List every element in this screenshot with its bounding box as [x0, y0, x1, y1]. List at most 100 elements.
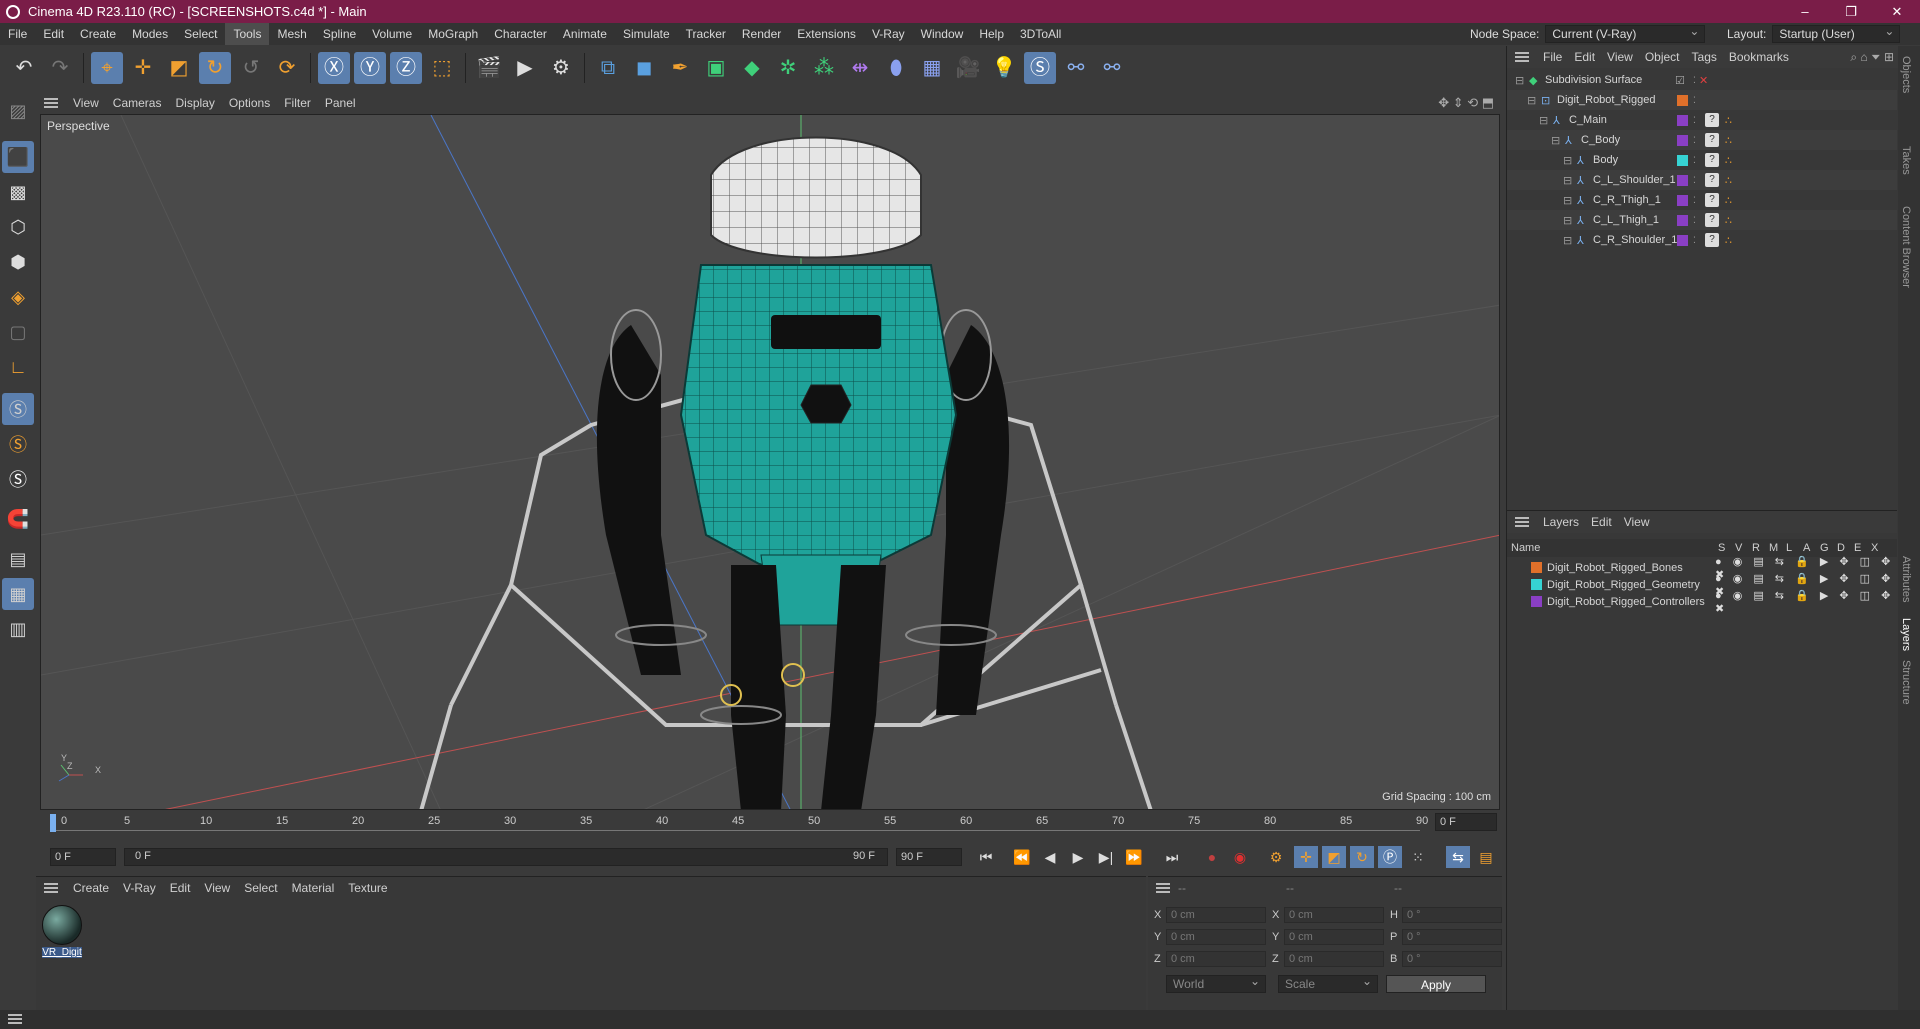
material-menu-material[interactable]: Material: [285, 881, 342, 895]
perspective-viewport[interactable]: Perspective Y Z X Grid Spacing : 100 cm: [40, 114, 1500, 810]
layer-name[interactable]: Digit_Robot_Rigged_Controllers: [1547, 596, 1705, 608]
viewport-menu-view[interactable]: View: [66, 96, 106, 110]
objects-menu-tags[interactable]: Tags: [1686, 50, 1723, 64]
expand-icon[interactable]: ⊟: [1563, 214, 1572, 227]
object-row[interactable]: ⊟ ⅄ C_Body ⁚? ∴: [1507, 130, 1897, 150]
expand-icon[interactable]: ⊟: [1563, 174, 1572, 187]
layers-menu-edit[interactable]: Edit: [1585, 515, 1618, 529]
texture-mode-icon[interactable]: ▩: [2, 176, 34, 208]
visibility-dots-icon[interactable]: ⁚: [1693, 95, 1696, 106]
ik-tag-icon[interactable]: ∴: [1725, 174, 1732, 187]
render-view-icon[interactable]: 🎬: [473, 52, 505, 84]
objects-menu-bookmarks[interactable]: Bookmarks: [1723, 50, 1795, 64]
menu-vray[interactable]: V-Ray: [864, 23, 913, 45]
objects-menu-view[interactable]: View: [1601, 50, 1639, 64]
end-frame-field[interactable]: 90 F: [896, 848, 962, 866]
menu-select[interactable]: Select: [176, 23, 225, 45]
material-menu-edit[interactable]: Edit: [163, 881, 198, 895]
menu-window[interactable]: Window: [913, 23, 972, 45]
layer-color-swatch[interactable]: [1677, 134, 1688, 146]
move-tool-icon[interactable]: ✛: [127, 52, 159, 84]
polygons-mode-icon[interactable]: ◈: [2, 281, 34, 313]
scale-tool-icon[interactable]: ◩: [163, 52, 195, 84]
size-z-field[interactable]: 0 cm: [1284, 951, 1384, 967]
object-row[interactable]: ⊟ ⅄ C_L_Shoulder_1 ⁚? ∴: [1507, 170, 1897, 190]
subdivision-icon[interactable]: ▣: [700, 52, 732, 84]
object-row[interactable]: ⊟ ◆ Subdivision Surface ☑ ✕ ⁚: [1507, 70, 1897, 90]
size-mode-dropdown[interactable]: Scale: [1278, 973, 1378, 993]
edges-mode-icon[interactable]: ⬢: [2, 246, 34, 278]
layer-color-swatch[interactable]: [1677, 154, 1688, 166]
axis-mode-icon[interactable]: ∟: [2, 351, 34, 383]
menu-spline[interactable]: Spline: [315, 23, 364, 45]
frame-range-slider[interactable]: 0 F 90 F: [124, 848, 888, 866]
rotation-p-field[interactable]: 0 °: [1402, 929, 1502, 945]
expand-icon[interactable]: ⊟: [1527, 94, 1536, 107]
status-menu-icon[interactable]: [8, 1014, 22, 1024]
layer-name[interactable]: Digit_Robot_Rigged_Bones: [1547, 562, 1683, 574]
ik-tag-icon[interactable]: ∴: [1725, 114, 1732, 127]
layer-color-swatch[interactable]: [1677, 94, 1688, 106]
expand-icon[interactable]: ⊟: [1515, 74, 1524, 87]
menu-tools[interactable]: Tools: [225, 23, 270, 45]
layout-dropdown[interactable]: Startup (User): [1772, 23, 1901, 43]
quantize-icon[interactable]: Ⓢ: [2, 463, 34, 495]
menu-mograph[interactable]: MoGraph: [420, 23, 486, 45]
object-row[interactable]: ⊟ ⅄ Body ⁚? ∴: [1507, 150, 1897, 170]
layers-menu-layers[interactable]: Layers: [1537, 515, 1585, 529]
light-icon[interactable]: 💡: [988, 52, 1020, 84]
expand-icon[interactable]: ⊟: [1563, 154, 1572, 167]
object-row[interactable]: ⊟ ⅄ C_R_Thigh_1 ⁚? ∴: [1507, 190, 1897, 210]
object-name[interactable]: C_R_Thigh_1: [1593, 194, 1661, 206]
material-name[interactable]: VR_Digit: [42, 947, 82, 958]
material-swatch[interactable]: VR_Digit: [42, 905, 82, 961]
playhead[interactable]: [50, 814, 56, 832]
maximize-button[interactable]: ❐: [1828, 0, 1874, 23]
ik-tag-icon[interactable]: ∴: [1725, 154, 1732, 167]
layers-menu-view[interactable]: View: [1618, 515, 1656, 529]
objects-menu-icon[interactable]: [1515, 52, 1529, 62]
menu-render[interactable]: Render: [734, 23, 789, 45]
minimize-button[interactable]: –: [1782, 0, 1828, 23]
object-name[interactable]: C_L_Shoulder_1: [1593, 174, 1676, 186]
expand-icon[interactable]: ⊟: [1551, 134, 1560, 147]
layer-color-swatch[interactable]: [1677, 174, 1688, 186]
material-menu-icon[interactable]: [44, 883, 58, 893]
play-icon[interactable]: ▶: [1066, 846, 1090, 868]
material-menu-view[interactable]: View: [197, 881, 237, 895]
object-row[interactable]: ⊟ ⅄ C_Main ⁚? ∴: [1507, 110, 1897, 130]
visibility-dots-icon[interactable]: ⁚: [1693, 155, 1696, 166]
menu-animate[interactable]: Animate: [555, 23, 615, 45]
layers-menu-icon[interactable]: [1515, 517, 1529, 527]
extrude-icon[interactable]: ◆: [736, 52, 768, 84]
make-editable-icon[interactable]: ▨: [2, 95, 34, 127]
tab-attributes[interactable]: Attributes: [1900, 556, 1912, 602]
visibility-dots-icon[interactable]: ⁚: [1693, 195, 1696, 206]
position-z-field[interactable]: 0 cm: [1166, 951, 1266, 967]
visibility-dots-icon[interactable]: ⁚: [1693, 135, 1696, 146]
last-tool-icon[interactable]: ↺: [235, 52, 267, 84]
object-name[interactable]: C_L_Thigh_1: [1593, 214, 1659, 226]
object-name[interactable]: C_Body: [1581, 134, 1620, 146]
key-scale-icon[interactable]: ◩: [1322, 846, 1346, 868]
pen-spline-icon[interactable]: ✒: [664, 52, 696, 84]
previous-key-icon[interactable]: ⏪: [1010, 846, 1034, 868]
object-name[interactable]: Subdivision Surface: [1545, 74, 1642, 86]
ik-tag-icon[interactable]: ∴: [1725, 134, 1732, 147]
render-settings-icon[interactable]: ⚙: [545, 52, 577, 84]
menu-extensions[interactable]: Extensions: [789, 23, 864, 45]
tag-icon[interactable]: ?: [1705, 233, 1719, 247]
next-key-icon[interactable]: ⏩: [1122, 846, 1146, 868]
visibility-dots-icon[interactable]: ⁚: [1693, 115, 1696, 126]
visibility-dots-icon[interactable]: ⁚: [1693, 175, 1696, 186]
viewport-menu-display[interactable]: Display: [168, 96, 221, 110]
layer-color-swatch[interactable]: [1677, 214, 1688, 226]
key-position-icon[interactable]: ✛: [1294, 846, 1318, 868]
expand-icon[interactable]: ⊟: [1563, 234, 1572, 247]
field-icon[interactable]: ⬮: [880, 52, 912, 84]
viewport-menu-cameras[interactable]: Cameras: [106, 96, 169, 110]
tag-icon[interactable]: ?: [1705, 193, 1719, 207]
menu-tracker[interactable]: Tracker: [678, 23, 734, 45]
tag-icon[interactable]: ?: [1705, 133, 1719, 147]
object-row[interactable]: ⊟ ⅄ C_R_Shoulder_1 ⁚? ∴: [1507, 230, 1897, 250]
